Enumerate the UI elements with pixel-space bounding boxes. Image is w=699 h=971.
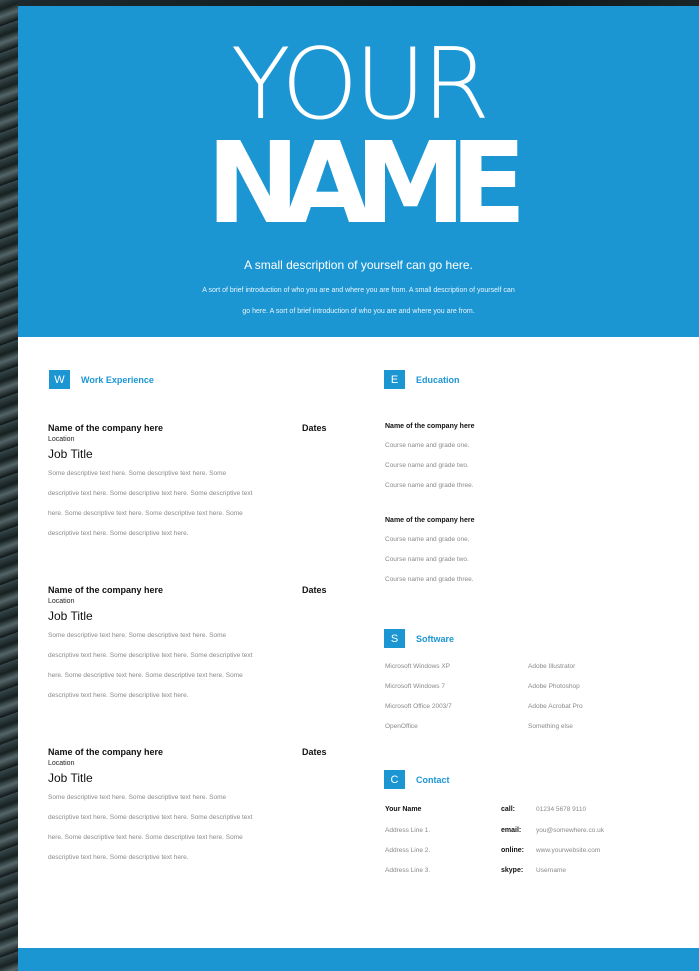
contact-address-line: Address Line 2.	[385, 847, 431, 854]
education-entry: Name of the company here Course name and…	[385, 417, 585, 496]
software-item: Something else	[528, 723, 573, 730]
job-desc-line: Some descriptive text here. Some descrip…	[48, 632, 227, 639]
job-title: Job Title	[48, 771, 93, 785]
software-letter-badge: S	[384, 629, 405, 648]
contact-section-title: Contact	[416, 774, 450, 785]
job-desc-line: descriptive text here. Some descriptive …	[48, 652, 253, 659]
software-item: Adobe Acrobat Pro	[528, 703, 583, 710]
job-location: Location	[48, 598, 75, 605]
tagline: A small description of yourself can go h…	[244, 258, 473, 272]
job-desc-line: here. Some descriptive text here. Some d…	[48, 510, 243, 517]
job-company: Name of the company here	[48, 423, 164, 433]
job-company: Name of the company here	[48, 747, 164, 757]
intro-text: A sort of brief introduction of who you …	[128, 280, 589, 322]
contact-address-line: Address Line 1.	[385, 827, 431, 834]
education-heading: E Education	[384, 370, 460, 389]
software-section-title: Software	[416, 633, 455, 644]
software-item: Microsoft Windows XP	[385, 663, 451, 670]
education-letter-badge: E	[384, 370, 405, 389]
job-description: Some descriptive text here. Some descrip…	[48, 788, 338, 868]
skype-label: skype:	[501, 867, 524, 874]
job-description: Some descriptive text here. Some descrip…	[48, 626, 338, 706]
online-value: www.yourwebsite.com	[536, 847, 601, 854]
education-company: Name of the company here	[385, 423, 475, 430]
job-desc-line: Some descriptive text here. Some descrip…	[48, 470, 227, 477]
call-label: call:	[501, 806, 516, 813]
call-value: 01234 5678 9110	[536, 806, 587, 813]
contact-address-line: Address Line 3.	[385, 867, 431, 874]
job-desc-line: here. Some descriptive text here. Some d…	[48, 672, 243, 679]
job-entry: Name of the company here Dates Location …	[48, 585, 338, 725]
job-desc-line: descriptive text here. Some descriptive …	[48, 490, 253, 497]
software-item: Adobe Photoshop	[528, 683, 580, 690]
job-desc-line: here. Some descriptive text here. Some d…	[48, 834, 243, 841]
job-desc-line: descriptive text here. Some descriptive …	[48, 814, 253, 821]
job-location: Location	[48, 436, 75, 443]
work-experience-heading: W Work Experience	[49, 370, 154, 389]
job-desc-line: Some descriptive text here. Some descrip…	[48, 794, 227, 801]
work-section-title: Work Experience	[81, 374, 154, 385]
software-item: Microsoft Office 2003/7	[385, 703, 452, 710]
education-course: Course name and grade three.	[385, 482, 474, 489]
education-entry: Name of the company here Course name and…	[385, 511, 585, 590]
education-course: Course name and grade one.	[385, 536, 470, 543]
job-entry: Name of the company here Dates Location …	[48, 747, 338, 887]
job-desc-line: descriptive text here. Some descriptive …	[48, 854, 189, 861]
job-dates: Dates	[302, 747, 327, 757]
online-label: online:	[501, 847, 524, 854]
job-dates: Dates	[302, 423, 327, 433]
intro-line: A sort of brief introduction of who you …	[202, 287, 515, 294]
job-location: Location	[48, 760, 75, 767]
job-desc-line: descriptive text here. Some descriptive …	[48, 692, 189, 699]
contact-letter-badge: C	[384, 770, 405, 789]
education-section-title: Education	[416, 374, 460, 385]
header-banner: YOUR NAME A small description of yoursel…	[18, 6, 699, 337]
education-course: Course name and grade three.	[385, 576, 474, 583]
name-line-2: NAME	[206, 119, 526, 249]
skype-value: Username	[536, 867, 566, 874]
job-entry: Name of the company here Dates Location …	[48, 423, 338, 563]
job-title: Job Title	[48, 609, 93, 623]
software-item: Microsoft Windows 7	[385, 683, 445, 690]
contact-name: Your Name	[385, 806, 422, 813]
footer-bar	[18, 948, 699, 971]
background-photo-edge	[0, 0, 18, 971]
work-letter-badge: W	[49, 370, 70, 389]
software-heading: S Software	[384, 629, 454, 648]
job-description: Some descriptive text here. Some descrip…	[48, 464, 338, 544]
contact-heading: C Contact	[384, 770, 450, 789]
job-desc-line: descriptive text here. Some descriptive …	[48, 530, 189, 537]
job-title: Job Title	[48, 447, 93, 461]
education-course: Course name and grade two.	[385, 462, 469, 469]
education-course: Course name and grade two.	[385, 556, 469, 563]
job-company: Name of the company here	[48, 585, 164, 595]
email-value: you@somewhere.co.uk	[536, 827, 605, 834]
intro-line: go here. A sort of brief introduction of…	[242, 308, 475, 315]
software-item: OpenOffice	[385, 723, 418, 730]
email-label: email:	[501, 827, 522, 834]
software-item: Adobe Illustrator	[528, 663, 576, 670]
education-company: Name of the company here	[385, 517, 475, 524]
education-course: Course name and grade one.	[385, 442, 470, 449]
resume-sheet: YOUR NAME A small description of yoursel…	[18, 6, 699, 971]
job-dates: Dates	[302, 585, 327, 595]
